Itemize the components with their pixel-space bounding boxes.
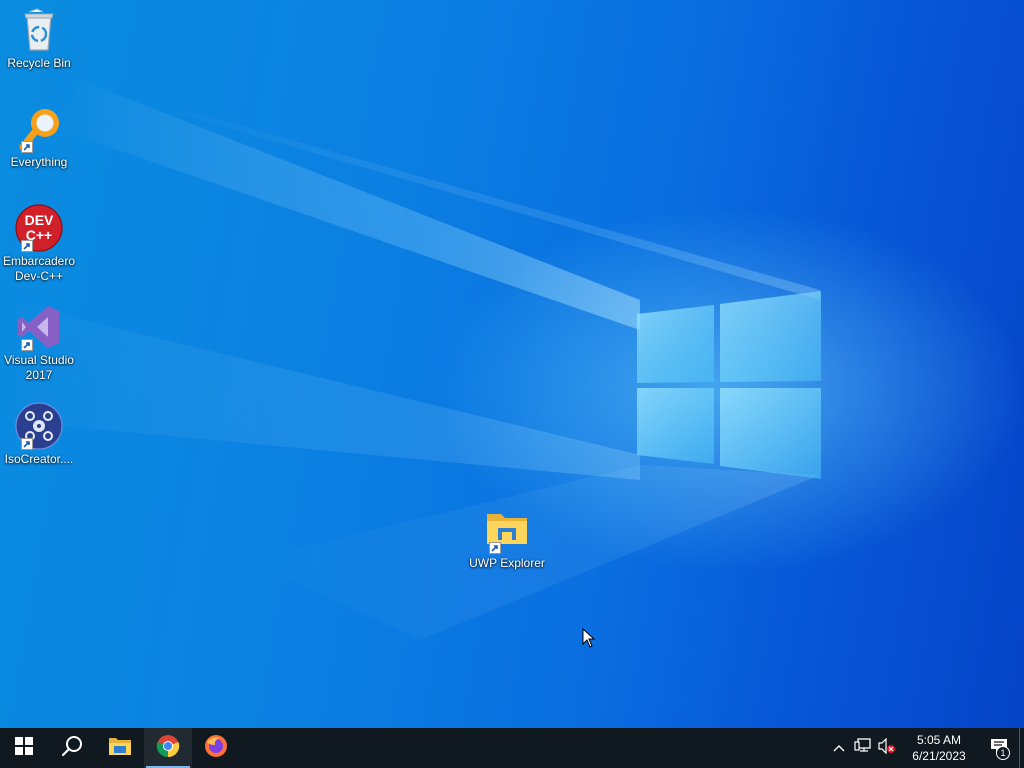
desktop-icon-label: Embarcadero Dev-C++ (2, 254, 76, 283)
clock-time: 5:05 AM (916, 733, 962, 747)
shortcut-arrow-icon (21, 141, 33, 153)
show-desktop-button[interactable] (1019, 728, 1024, 768)
desktop-icon-everything[interactable]: Everything (1, 105, 77, 170)
volume-muted-icon (878, 737, 896, 759)
file-explorer-icon (108, 736, 132, 761)
shortcut-arrow-icon (21, 438, 33, 450)
shortcut-arrow-icon (21, 240, 33, 252)
taskbar-chrome[interactable] (144, 728, 192, 768)
search-icon (61, 735, 83, 762)
network-button[interactable] (851, 728, 875, 768)
dev-cpp-badge-text-1: DEV (25, 212, 54, 228)
mouse-cursor-icon (582, 628, 596, 648)
desktop[interactable]: Recycle Bin Everything DEV C++ Embarcade… (0, 0, 1024, 728)
desktop-icon-dev-cpp[interactable]: DEV C++ Embarcadero Dev-C++ (1, 204, 77, 284)
show-hidden-icons-button[interactable] (827, 728, 851, 768)
chevron-up-icon (833, 739, 845, 757)
taskbar-clock[interactable]: 5:05 AM 6/21/2023 (899, 732, 979, 764)
desktop-icon-label: IsoCreator.... (4, 452, 74, 466)
shortcut-arrow-icon (489, 542, 501, 554)
system-tray: 5:05 AM 6/21/2023 1 (827, 728, 1024, 768)
desktop-icon-uwp-explorer[interactable]: UWP Explorer (469, 506, 545, 571)
desktop-icon-recycle-bin[interactable]: Recycle Bin (1, 6, 77, 71)
taskbar-firefox[interactable] (192, 728, 240, 768)
recycle-bin-icon (15, 6, 63, 54)
desktop-icon-label: Visual Studio 2017 (4, 353, 74, 382)
desktop-icon-isocreator[interactable]: IsoCreator.... (1, 402, 77, 467)
volume-button[interactable] (875, 728, 899, 768)
notification-count-badge: 1 (996, 746, 1010, 760)
network-icon (854, 737, 872, 759)
search-button[interactable] (48, 728, 96, 768)
chrome-icon (156, 734, 180, 763)
desktop-icon-visual-studio[interactable]: Visual Studio 2017 (1, 303, 77, 383)
desktop-icon-label: Everything (10, 155, 68, 169)
windows-logo-icon (15, 736, 33, 760)
action-center-button[interactable]: 1 (979, 728, 1019, 768)
taskbar: 5:05 AM 6/21/2023 1 (0, 728, 1024, 768)
firefox-icon (204, 734, 228, 763)
clock-date: 6/21/2023 (912, 749, 966, 763)
desktop-icon-label: Recycle Bin (7, 56, 71, 70)
desktop-icon-label: UWP Explorer (469, 556, 545, 570)
taskbar-file-explorer[interactable] (96, 728, 144, 768)
shortcut-arrow-icon (21, 339, 33, 351)
start-button[interactable] (0, 728, 48, 768)
